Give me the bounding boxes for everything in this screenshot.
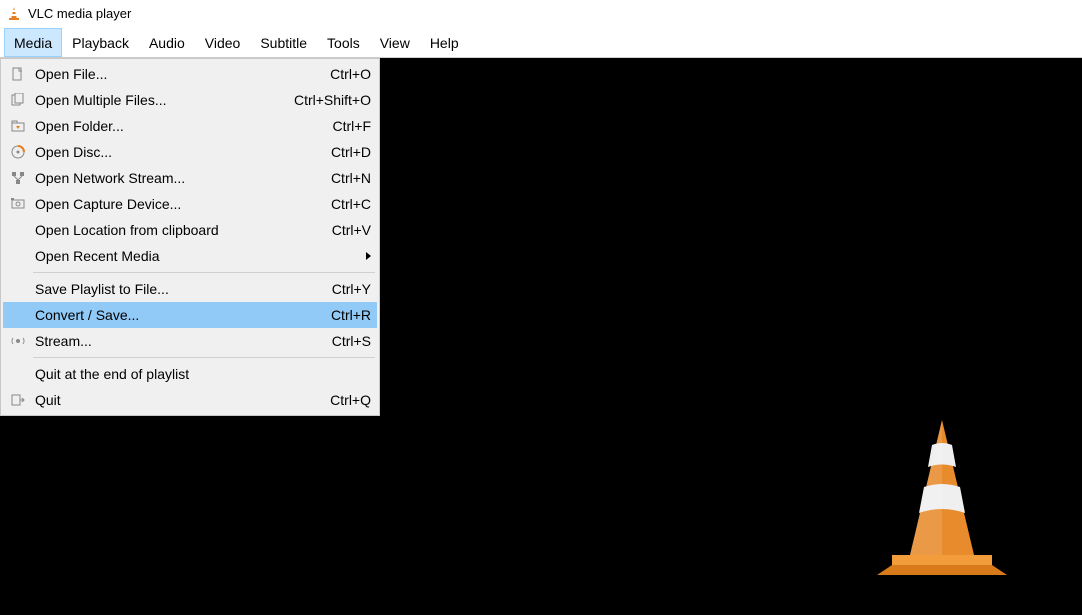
stream-icon xyxy=(7,332,29,350)
menu-open-folder[interactable]: Open Folder... Ctrl+F xyxy=(3,113,377,139)
menu-help-label: Help xyxy=(430,35,459,51)
menu-open-folder-shortcut: Ctrl+F xyxy=(321,118,372,134)
menu-open-disc[interactable]: Open Disc... Ctrl+D xyxy=(3,139,377,165)
menu-open-recent-media-label: Open Recent Media xyxy=(35,248,358,264)
menu-media[interactable]: Media xyxy=(4,28,62,57)
menu-separator xyxy=(33,357,375,358)
menu-subtitle[interactable]: Subtitle xyxy=(250,28,317,57)
menu-open-file-label: Open File... xyxy=(35,66,318,82)
menu-quit-label: Quit xyxy=(35,392,318,408)
menu-stream-shortcut: Ctrl+S xyxy=(320,333,371,349)
menu-open-location-clipboard[interactable]: Open Location from clipboard Ctrl+V xyxy=(3,217,377,243)
menu-view-label: View xyxy=(380,35,410,51)
menu-audio-label: Audio xyxy=(149,35,185,51)
window-title: VLC media player xyxy=(28,6,131,21)
menu-open-multiple-files[interactable]: Open Multiple Files... Ctrl+Shift+O xyxy=(3,87,377,113)
menu-separator xyxy=(33,272,375,273)
menu-playback[interactable]: Playback xyxy=(62,28,139,57)
menu-stream-label: Stream... xyxy=(35,333,320,349)
title-bar: VLC media player xyxy=(0,0,1082,28)
capture-icon xyxy=(7,195,29,213)
submenu-arrow-icon xyxy=(366,252,371,260)
blank-icon xyxy=(7,306,29,324)
vlc-cone-logo xyxy=(862,415,1022,585)
blank-icon xyxy=(7,280,29,298)
menu-open-location-clipboard-label: Open Location from clipboard xyxy=(35,222,320,238)
menu-open-capture-device-label: Open Capture Device... xyxy=(35,196,319,212)
menu-view[interactable]: View xyxy=(370,28,420,57)
menu-open-capture-device-shortcut: Ctrl+C xyxy=(319,196,371,212)
menu-convert-save-shortcut: Ctrl+R xyxy=(319,307,371,323)
menu-open-file-shortcut: Ctrl+O xyxy=(318,66,371,82)
menu-open-recent-media[interactable]: Open Recent Media xyxy=(3,243,377,269)
menu-open-capture-device[interactable]: Open Capture Device... Ctrl+C xyxy=(3,191,377,217)
menu-convert-save-label: Convert / Save... xyxy=(35,307,319,323)
menu-convert-save[interactable]: Convert / Save... Ctrl+R xyxy=(3,302,377,328)
menu-video-label: Video xyxy=(205,35,241,51)
menu-open-file[interactable]: Open File... Ctrl+O xyxy=(3,61,377,87)
menu-stream[interactable]: Stream... Ctrl+S xyxy=(3,328,377,354)
blank-icon xyxy=(7,221,29,239)
network-icon xyxy=(7,169,29,187)
menu-open-network-stream-label: Open Network Stream... xyxy=(35,170,319,186)
menu-quit-shortcut: Ctrl+Q xyxy=(318,392,371,408)
disc-icon xyxy=(7,143,29,161)
menu-quit-end-playlist-label: Quit at the end of playlist xyxy=(35,366,359,382)
menu-help[interactable]: Help xyxy=(420,28,469,57)
menu-subtitle-label: Subtitle xyxy=(260,35,307,51)
menu-open-disc-label: Open Disc... xyxy=(35,144,319,160)
menu-open-folder-label: Open Folder... xyxy=(35,118,321,134)
menu-media-label: Media xyxy=(14,35,52,51)
menu-open-location-clipboard-shortcut: Ctrl+V xyxy=(320,222,371,238)
menu-video[interactable]: Video xyxy=(195,28,251,57)
menu-open-network-stream[interactable]: Open Network Stream... Ctrl+N xyxy=(3,165,377,191)
menu-save-playlist-shortcut: Ctrl+Y xyxy=(320,281,371,297)
menu-open-multiple-files-shortcut: Ctrl+Shift+O xyxy=(282,92,371,108)
menu-save-playlist[interactable]: Save Playlist to File... Ctrl+Y xyxy=(3,276,377,302)
menu-audio[interactable]: Audio xyxy=(139,28,195,57)
menu-bar: Media Playback Audio Video Subtitle Tool… xyxy=(0,28,1082,58)
vlc-app-icon xyxy=(6,6,22,22)
media-dropdown: Open File... Ctrl+O Open Multiple Files.… xyxy=(0,58,380,416)
menu-save-playlist-label: Save Playlist to File... xyxy=(35,281,320,297)
menu-open-multiple-files-label: Open Multiple Files... xyxy=(35,92,282,108)
menu-tools[interactable]: Tools xyxy=(317,28,370,57)
menu-quit-end-playlist[interactable]: Quit at the end of playlist xyxy=(3,361,377,387)
file-icon xyxy=(7,65,29,83)
menu-open-network-stream-shortcut: Ctrl+N xyxy=(319,170,371,186)
blank-icon xyxy=(7,365,29,383)
menu-open-disc-shortcut: Ctrl+D xyxy=(319,144,371,160)
menu-tools-label: Tools xyxy=(327,35,360,51)
menu-playback-label: Playback xyxy=(72,35,129,51)
blank-icon xyxy=(7,247,29,265)
files-icon xyxy=(7,91,29,109)
menu-quit[interactable]: Quit Ctrl+Q xyxy=(3,387,377,413)
quit-icon xyxy=(7,391,29,409)
folder-icon xyxy=(7,117,29,135)
